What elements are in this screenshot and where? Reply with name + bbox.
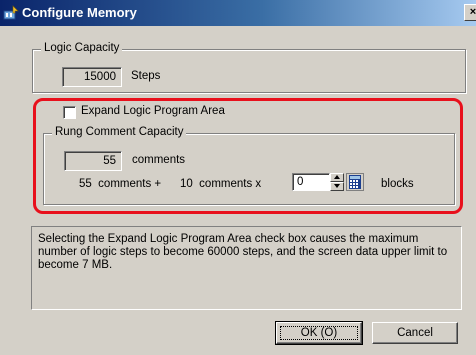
configure-memory-dialog: Configure Memory × Logic Capacity 15000 … — [0, 0, 476, 355]
highlight-annotation — [33, 98, 463, 214]
memory-config-icon — [3, 5, 19, 20]
close-icon: × — [469, 6, 476, 18]
close-button[interactable]: × — [464, 4, 476, 21]
ok-button[interactable]: OK (O) — [275, 321, 363, 345]
logic-capacity-label: Logic Capacity — [41, 42, 123, 54]
title-bar[interactable]: Configure Memory × — [0, 0, 476, 26]
logic-capacity-unit: Steps — [131, 70, 161, 82]
cancel-button[interactable]: Cancel — [372, 322, 458, 344]
focus-rect — [280, 326, 358, 340]
window-title: Configure Memory — [22, 5, 137, 20]
logic-capacity-value: 15000 — [62, 67, 122, 87]
info-description: Selecting the Expand Logic Program Area … — [31, 226, 462, 310]
cancel-button-label: Cancel — [397, 327, 433, 339]
